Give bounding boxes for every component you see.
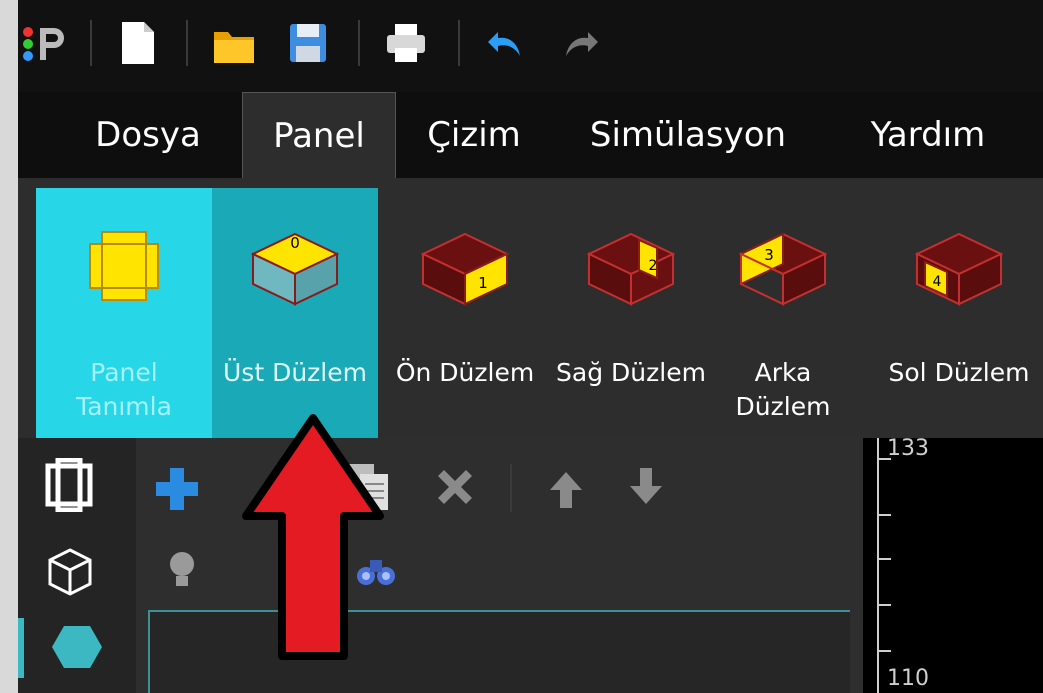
menu-item-dosya[interactable]: Dosya [58, 92, 238, 178]
delete-icon[interactable] [430, 462, 480, 512]
panel-frame-icon[interactable] [44, 458, 94, 512]
front-plane-icon: 1 [420, 232, 510, 306]
badge-0: 0 [290, 234, 300, 252]
add-icon[interactable] [152, 464, 202, 514]
toolbar-separator [458, 20, 460, 66]
annotation-arrow-icon [242, 414, 384, 660]
ust-duzlem-button[interactable]: 0 Üst Düzlem [212, 188, 378, 438]
badge-4: 4 [933, 274, 942, 290]
active-indicator [18, 618, 24, 678]
menu-item-panel[interactable]: Panel [242, 92, 396, 179]
light-icon[interactable] [158, 546, 206, 592]
badge-2: 2 [649, 258, 658, 274]
toolbar-separator [90, 20, 92, 66]
move-up-icon[interactable] [546, 468, 586, 512]
redo-icon[interactable] [558, 18, 602, 68]
menu-item-simulasyon[interactable]: Simülasyon [558, 92, 818, 178]
sol-duzlem-button[interactable]: 4 Sol Düzlem [876, 188, 1042, 438]
left-plane-icon: 4 [914, 232, 1004, 306]
vertical-ruler: 133 110 [863, 436, 1043, 693]
toolbar-separator [510, 464, 512, 512]
save-icon[interactable] [286, 18, 330, 68]
button-label: Sağ Düzlem [556, 358, 706, 387]
cube-icon[interactable] [44, 546, 96, 598]
new-file-icon[interactable] [116, 18, 160, 68]
back-plane-icon: 3 [738, 232, 828, 306]
undo-icon[interactable] [484, 18, 528, 68]
button-label: Sol Düzlem [888, 358, 1030, 387]
ruler-label-top: 133 [887, 436, 929, 461]
app-logo-icon [23, 27, 64, 61]
toolbar-separator [186, 20, 188, 66]
on-duzlem-button[interactable]: 1 Ön Düzlem [382, 188, 548, 438]
toolbar-separator [358, 20, 360, 66]
open-folder-icon[interactable] [212, 18, 256, 68]
right-plane-icon: 2 [586, 232, 676, 306]
hexagon-icon[interactable] [50, 622, 104, 672]
toolbar [18, 0, 1043, 92]
workspace: 133 110 [18, 436, 1043, 693]
button-label: Panel Tanımla [76, 358, 172, 421]
arka-duzlem-button[interactable]: 3 Arka Düzlem [718, 188, 848, 438]
menu-bar: Dosya Panel Çizim Simülasyon Yardım [18, 92, 1043, 179]
badge-3: 3 [764, 246, 774, 264]
ribbon-panel: Panel Tanımla 0 Üst Düzlem 1 Ön Düzlem 2… [18, 178, 1043, 438]
panel-define-icon [89, 231, 159, 301]
ruler-label-bottom: 110 [887, 666, 929, 691]
badge-1: 1 [478, 274, 488, 292]
sag-duzlem-button[interactable]: 2 Sağ Düzlem [548, 188, 714, 438]
top-plane-icon: 0 [250, 232, 340, 306]
menu-item-cizim[interactable]: Çizim [404, 92, 544, 178]
print-icon[interactable] [384, 18, 428, 68]
ruler-tick [877, 650, 891, 652]
button-label: Arka Düzlem [735, 358, 831, 421]
app-window: Dosya Panel Çizim Simülasyon Yardım Pane… [18, 0, 1043, 693]
panel-tanimla-button[interactable]: Panel Tanımla [36, 188, 212, 438]
button-label: Üst Düzlem [223, 358, 367, 387]
ruler-tick [877, 558, 891, 560]
move-down-icon[interactable] [626, 464, 666, 508]
button-label: Ön Düzlem [395, 358, 535, 387]
ruler-tick [877, 604, 891, 606]
menu-item-yardim[interactable]: Yardım [828, 92, 1028, 178]
left-tool-column [18, 438, 136, 693]
ruler-axis [877, 438, 879, 693]
ruler-tick [877, 514, 891, 516]
